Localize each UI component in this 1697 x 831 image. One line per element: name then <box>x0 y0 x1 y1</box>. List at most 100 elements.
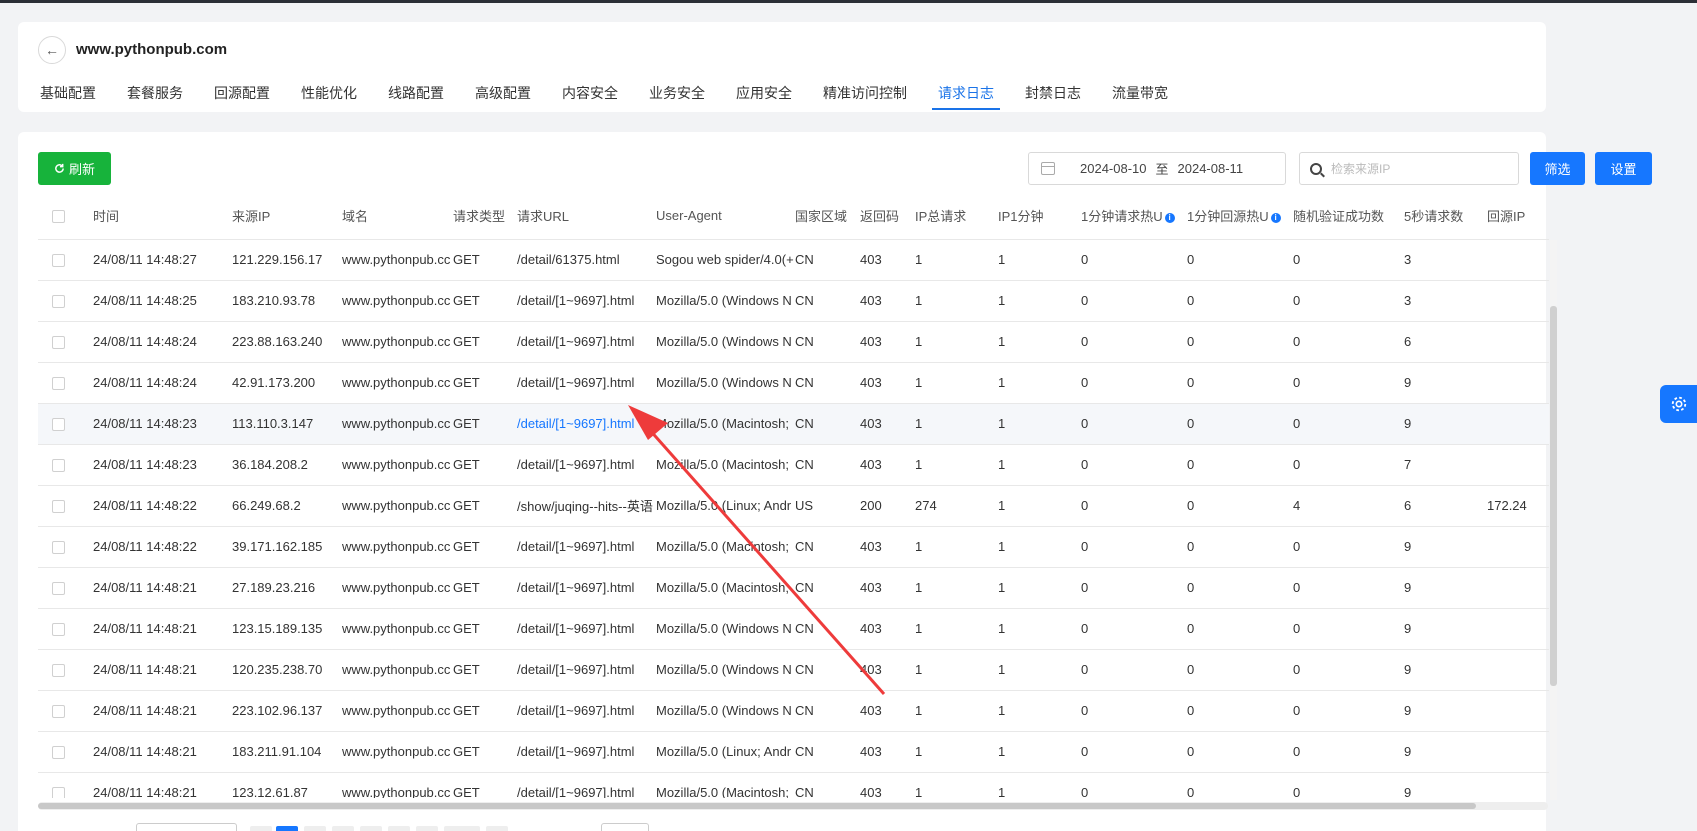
vertical-scrollbar[interactable] <box>1550 240 1557 800</box>
pager-prev[interactable] <box>250 826 272 831</box>
cell-url[interactable]: /detail/[1~9697].html <box>517 690 656 731</box>
select-all-checkbox[interactable] <box>52 210 65 224</box>
info-icon[interactable]: i <box>1164 213 1175 224</box>
cell-url[interactable]: /detail/[1~9697].html <box>517 321 656 362</box>
pager-page[interactable] <box>304 826 326 831</box>
row-checkbox-cell[interactable] <box>38 649 93 690</box>
cell-url[interactable]: /detail/[1~9697].html <box>517 526 656 567</box>
row-checkbox-cell[interactable] <box>38 731 93 772</box>
cell-url[interactable]: /detail/[1~9697].html <box>517 362 656 403</box>
cell-url[interactable]: /detail/[1~9697].html <box>517 280 656 321</box>
cell-url[interactable]: /detail/[1~9697].html <box>517 608 656 649</box>
pager-page-current[interactable] <box>276 826 298 831</box>
row-checkbox[interactable] <box>52 254 65 268</box>
tab-8[interactable]: 应用安全 <box>736 82 792 112</box>
row-checkbox[interactable] <box>52 336 65 350</box>
row-checkbox[interactable] <box>52 746 65 760</box>
tab-4[interactable]: 线路配置 <box>388 82 444 112</box>
row-checkbox-cell[interactable] <box>38 485 93 526</box>
floating-settings-button[interactable] <box>1660 385 1697 423</box>
settings-button[interactable]: 设置 <box>1595 152 1652 185</box>
search-ip-input[interactable] <box>1331 161 1511 176</box>
search-box[interactable] <box>1299 152 1519 185</box>
tab-11[interactable]: 封禁日志 <box>1025 82 1081 112</box>
row-checkbox-cell[interactable] <box>38 690 93 731</box>
tab-0[interactable]: 基础配置 <box>40 82 96 112</box>
table-row[interactable]: 24/08/11 14:48:21 183.211.91.104 www.pytho… <box>38 731 1549 772</box>
select-all-checkbox-cell[interactable] <box>38 193 93 239</box>
tab-12[interactable]: 流量带宽 <box>1112 82 1168 112</box>
row-checkbox-cell[interactable] <box>38 239 93 280</box>
page-size-select[interactable] <box>136 823 237 831</box>
row-checkbox[interactable] <box>52 418 65 432</box>
cell-url[interactable]: /detail/61375.html <box>517 239 656 280</box>
cell-url[interactable]: /detail/[1~9697].html <box>517 731 656 772</box>
row-checkbox[interactable] <box>52 664 65 678</box>
table-row[interactable]: 24/08/11 14:48:21 123.15.189.135 www.pytho… <box>38 608 1549 649</box>
tab-5[interactable]: 高级配置 <box>475 82 531 112</box>
row-checkbox[interactable] <box>52 582 65 596</box>
row-checkbox-cell[interactable] <box>38 362 93 403</box>
row-checkbox[interactable] <box>52 459 65 473</box>
table-row[interactable]: 24/08/11 14:48:21 120.235.238.70 www.pytho… <box>38 649 1549 690</box>
tab-7[interactable]: 业务安全 <box>649 82 705 112</box>
cell-url[interactable]: /show/juqing--hits--英语 <box>517 485 656 526</box>
tab-10[interactable]: 请求日志 <box>932 82 1000 112</box>
table-row[interactable]: 24/08/11 14:48:23 36.184.208.2 www.pythonp… <box>38 444 1549 485</box>
cell-cap: 0 <box>1293 703 1301 718</box>
row-checkbox[interactable] <box>52 541 65 555</box>
pager-page[interactable] <box>332 826 354 831</box>
pager-page[interactable] <box>388 826 410 831</box>
pager-next[interactable] <box>486 826 508 831</box>
row-checkbox-cell[interactable] <box>38 444 93 485</box>
table-row[interactable]: 24/08/11 14:48:21 123.12.61.87 www.pythonp… <box>38 772 1549 798</box>
tab-2[interactable]: 回源配置 <box>214 82 270 112</box>
back-button[interactable]: ← <box>38 36 66 64</box>
cell-url[interactable]: /detail/[1~9697].html <box>517 772 656 798</box>
tab-1[interactable]: 套餐服务 <box>127 82 183 112</box>
pager-page[interactable] <box>360 826 382 831</box>
cell-url[interactable]: /detail/[1~9697].html <box>517 403 656 444</box>
pager-page[interactable] <box>444 826 480 831</box>
vertical-scrollbar-thumb[interactable] <box>1550 306 1557 686</box>
row-checkbox-cell[interactable] <box>38 608 93 649</box>
row-checkbox-cell[interactable] <box>38 321 93 362</box>
pager-page[interactable] <box>416 826 438 831</box>
date-range-picker[interactable]: 2024-08-10 至 2024-08-11 <box>1028 152 1286 185</box>
cell-url[interactable]: /detail/[1~9697].html <box>517 649 656 690</box>
horizontal-scrollbar[interactable] <box>38 802 1548 810</box>
row-checkbox-cell[interactable] <box>38 772 93 798</box>
row-checkbox[interactable] <box>52 500 65 514</box>
tab-6[interactable]: 内容安全 <box>562 82 618 112</box>
row-checkbox-cell[interactable] <box>38 526 93 567</box>
row-checkbox[interactable] <box>52 295 65 309</box>
table-row[interactable]: 24/08/11 14:48:22 66.249.68.2 www.pythonpu… <box>38 485 1549 526</box>
row-checkbox-cell[interactable] <box>38 280 93 321</box>
refresh-button[interactable]: 刷新 <box>38 152 111 185</box>
tab-9[interactable]: 精准访问控制 <box>823 82 907 112</box>
table-row[interactable]: 24/08/11 14:48:27 121.229.156.17 www.pytho… <box>38 239 1549 280</box>
table-row[interactable]: 24/08/11 14:48:22 39.171.162.185 www.pytho… <box>38 526 1549 567</box>
cell-url[interactable]: /detail/[1~9697].html <box>517 567 656 608</box>
horizontal-scrollbar-thumb[interactable] <box>38 803 1476 809</box>
table-row[interactable]: 24/08/11 14:48:25 183.210.93.78 www.python… <box>38 280 1549 321</box>
cell-url[interactable]: /detail/[1~9697].html <box>517 444 656 485</box>
col-url: 请求URL <box>517 209 570 225</box>
tab-3[interactable]: 性能优化 <box>301 82 357 112</box>
table-row[interactable]: 24/08/11 14:48:24 223.88.163.240 www.pytho… <box>38 321 1549 362</box>
info-icon[interactable]: i <box>1270 213 1281 224</box>
row-checkbox-cell[interactable] <box>38 403 93 444</box>
row-checkbox-cell[interactable] <box>38 567 93 608</box>
row-checkbox[interactable] <box>52 377 65 391</box>
date-start[interactable]: 2024-08-10 <box>1080 161 1147 176</box>
table-row[interactable]: 24/08/11 14:48:21 27.189.23.216 www.python… <box>38 567 1549 608</box>
row-checkbox[interactable] <box>52 623 65 637</box>
pager-jump-input[interactable] <box>601 823 649 831</box>
filter-button[interactable]: 筛选 <box>1530 152 1585 185</box>
table-row[interactable]: 24/08/11 14:48:23 113.110.3.147 www.python… <box>38 403 1549 444</box>
row-checkbox[interactable] <box>52 705 65 719</box>
table-row[interactable]: 24/08/11 14:48:24 42.91.173.200 www.python… <box>38 362 1549 403</box>
table-row[interactable]: 24/08/11 14:48:21 223.102.96.137 www.pytho… <box>38 690 1549 731</box>
row-checkbox[interactable] <box>52 787 65 798</box>
date-end[interactable]: 2024-08-11 <box>1178 161 1244 176</box>
